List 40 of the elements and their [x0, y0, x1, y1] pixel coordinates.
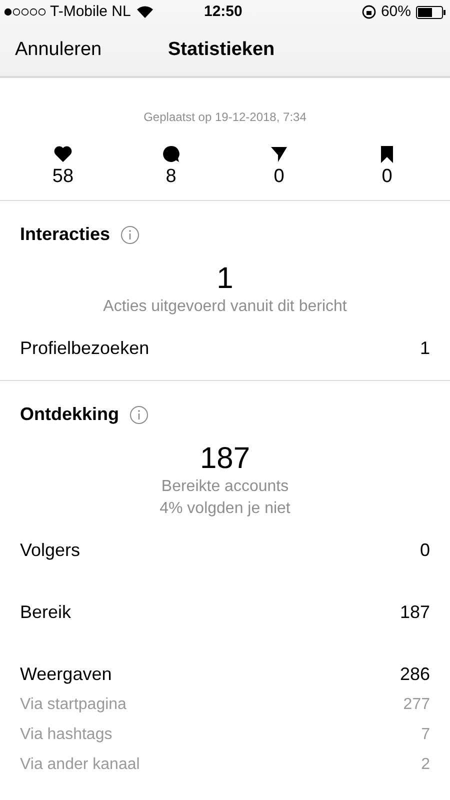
cancel-button[interactable]: Annuleren — [15, 36, 102, 64]
speech-bubble-icon — [161, 144, 181, 164]
stat-label: Via startpagina — [20, 695, 126, 715]
section-heading: Interacties — [20, 223, 110, 246]
count-value: 58 — [52, 165, 74, 189]
stat-value: 2 — [421, 755, 430, 775]
stat-value: 1 — [420, 336, 430, 360]
info-icon[interactable] — [129, 404, 150, 424]
wifi-icon — [136, 6, 153, 18]
count-value: 8 — [166, 165, 176, 189]
stat-value: 286 — [400, 662, 430, 686]
signal-icon — [4, 8, 46, 16]
stat-label: Bereik — [20, 600, 72, 624]
stat-value: 7 — [421, 725, 430, 745]
battery-percent: 60% — [380, 2, 411, 22]
stat-value: 187 — [400, 600, 430, 624]
info-icon[interactable] — [120, 224, 140, 244]
section-heading: Ontdekking — [20, 403, 120, 426]
carrier-name: T-Mobile NL — [50, 2, 131, 22]
stat-label: Volgers — [20, 538, 80, 562]
stat-label: Via hashtags — [20, 725, 112, 745]
metric-caption: 4% volgden je niet — [160, 499, 290, 519]
count-value: 0 — [274, 165, 284, 189]
metric-caption: Bereikte accounts — [161, 477, 289, 497]
clock: 12:50 — [204, 2, 242, 22]
stat-value: 0 — [420, 538, 430, 562]
metric-value: 1 — [216, 262, 234, 296]
posted-date: Geplaatst op 19-12-2018, 7:34 — [144, 109, 306, 126]
stat-label: Profielbezoeken — [20, 336, 150, 360]
stat-value: 277 — [403, 695, 430, 715]
heart-icon — [53, 144, 73, 164]
metric-caption: Acties uitgevoerd vanuit dit bericht — [103, 297, 347, 317]
paper-plane-icon — [269, 144, 289, 164]
stat-label: Via ander kanaal — [20, 755, 140, 775]
screen-title: Statistieken — [168, 38, 275, 62]
stat-label: Weergaven — [20, 662, 112, 686]
rotation-lock-icon — [362, 5, 376, 19]
count-value: 0 — [382, 165, 392, 189]
battery-icon — [416, 6, 446, 18]
metric-value: 187 — [200, 442, 250, 476]
